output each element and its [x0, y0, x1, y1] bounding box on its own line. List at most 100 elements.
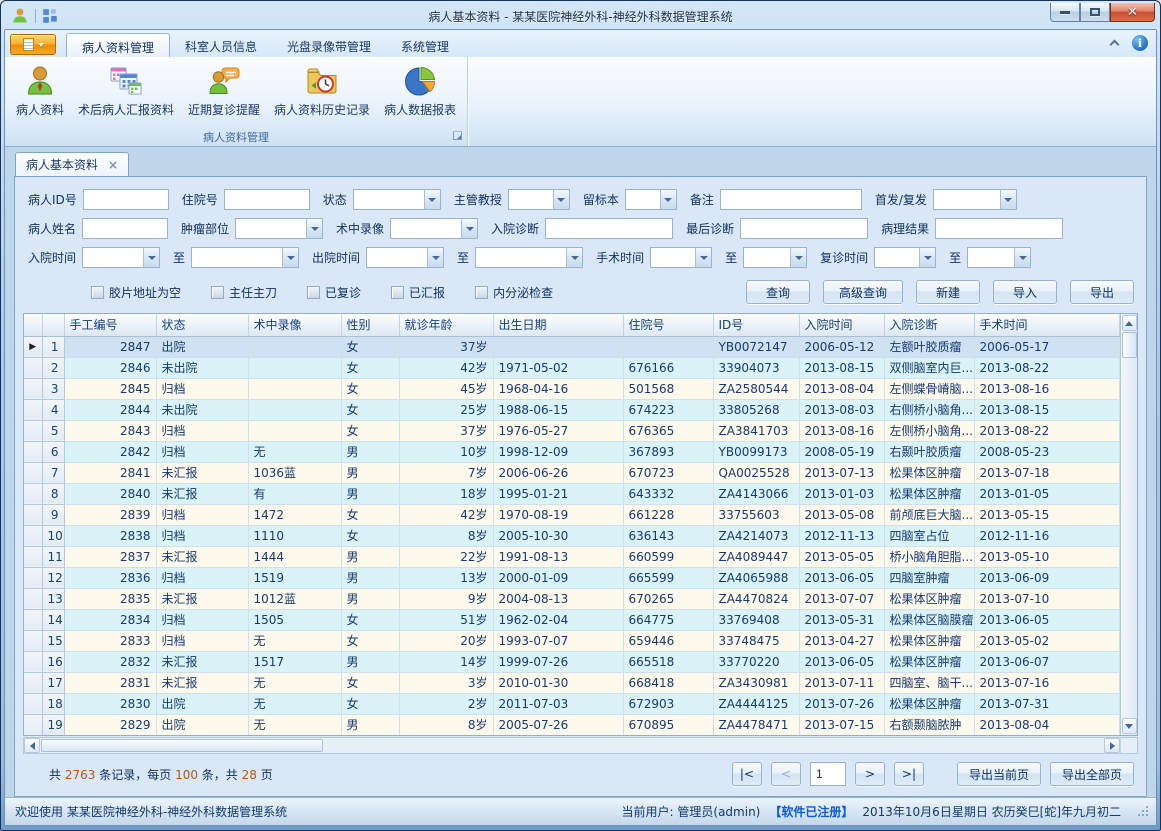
- filter-combo[interactable]: [390, 218, 478, 239]
- maximize-button[interactable]: [1080, 3, 1110, 22]
- table-row[interactable]: 102838归档1110女8岁2005-10-30636143ZA4214073…: [24, 525, 1120, 546]
- filter-combo[interactable]: [743, 247, 807, 268]
- filter-input[interactable]: [720, 189, 862, 210]
- filter-combo[interactable]: [353, 189, 441, 210]
- filter-checkbox[interactable]: 已汇报: [391, 284, 445, 301]
- filter-combo[interactable]: [508, 189, 570, 210]
- scroll-up-icon[interactable]: [1122, 315, 1137, 331]
- checkbox-icon[interactable]: [391, 286, 404, 299]
- action-button[interactable]: 高级查询: [823, 280, 903, 304]
- column-header[interactable]: ID号: [713, 314, 799, 336]
- action-button[interactable]: 导入: [993, 280, 1057, 304]
- filter-input[interactable]: [935, 218, 1063, 239]
- chevron-down-icon[interactable]: [306, 219, 322, 238]
- chevron-down-icon[interactable]: [553, 190, 569, 209]
- chevron-down-icon[interactable]: [424, 190, 440, 209]
- column-header[interactable]: 就诊年龄: [399, 314, 493, 336]
- table-row[interactable]: 132835未汇报1012蓝男9岁2004-08-13670265ZA44708…: [24, 588, 1120, 609]
- filter-combo[interactable]: [967, 247, 1031, 268]
- column-header[interactable]: 状态: [156, 314, 248, 336]
- vertical-scroll-thumb[interactable]: [1122, 332, 1137, 358]
- prev-page-button[interactable]: <: [771, 762, 801, 786]
- tab-patient-basic-info[interactable]: 病人基本资料 ×: [15, 152, 129, 176]
- filter-input[interactable]: [224, 189, 310, 210]
- table-row[interactable]: 52843归档女37岁1976-05-27676365ZA38417032013…: [24, 420, 1120, 441]
- ribbon-tab-1[interactable]: 病人资料管理: [66, 33, 170, 57]
- checkbox-icon[interactable]: [211, 286, 224, 299]
- ribbon-button[interactable]: 病人数据报表: [377, 60, 463, 120]
- quick-access-grid-icon[interactable]: [41, 7, 59, 25]
- chevron-down-icon[interactable]: [660, 190, 676, 209]
- ribbon-tab-2[interactable]: 科室人员信息: [170, 33, 272, 57]
- dialog-launcher-icon[interactable]: [453, 131, 462, 140]
- chevron-down-icon[interactable]: [282, 248, 298, 267]
- collapse-ribbon-icon[interactable]: [1110, 40, 1120, 50]
- filter-checkbox[interactable]: 主任主刀: [211, 284, 277, 301]
- last-page-button[interactable]: >|: [894, 762, 924, 786]
- table-row[interactable]: 182830出院无女2岁2011-07-03672903ZA4444125201…: [24, 693, 1120, 714]
- ribbon-button[interactable]: 病人资料: [9, 60, 71, 120]
- table-row[interactable]: 152833归档无女20岁1993-07-0765944633748475201…: [24, 630, 1120, 651]
- filter-combo[interactable]: [82, 247, 160, 268]
- ribbon-tab-4[interactable]: 系统管理: [386, 33, 464, 57]
- filter-input[interactable]: [82, 218, 168, 239]
- chevron-down-icon[interactable]: [566, 248, 582, 267]
- action-button[interactable]: 导出: [1070, 280, 1134, 304]
- table-row[interactable]: 82840未汇报有男18岁1995-01-21643332ZA414306620…: [24, 483, 1120, 504]
- filter-checkbox[interactable]: 胶片地址为空: [91, 284, 181, 301]
- filter-checkbox[interactable]: 已复诊: [307, 284, 361, 301]
- filter-input[interactable]: [740, 218, 868, 239]
- minimize-button[interactable]: [1050, 3, 1080, 22]
- table-row[interactable]: 22846未出院女42岁1971-05-02676166339040732013…: [24, 357, 1120, 378]
- ribbon-button[interactable]: 病人资料历史记录: [267, 60, 377, 120]
- checkbox-icon[interactable]: [307, 286, 320, 299]
- scroll-down-icon[interactable]: [1122, 718, 1137, 734]
- ribbon-button[interactable]: 术后病人汇报资料: [71, 60, 181, 120]
- filter-combo[interactable]: [874, 247, 936, 268]
- checkbox-icon[interactable]: [91, 286, 104, 299]
- horizontal-scroll-thumb[interactable]: [41, 739, 323, 752]
- chevron-down-icon[interactable]: [695, 248, 711, 267]
- table-row[interactable]: 92839归档1472女42岁1970-08-19661228337556032…: [24, 504, 1120, 525]
- column-header[interactable]: 入院时间: [799, 314, 884, 336]
- scroll-left-icon[interactable]: [24, 738, 40, 753]
- ribbon-tab-3[interactable]: 光盘录像带管理: [272, 33, 386, 57]
- registered-link[interactable]: 【软件已注册】: [769, 803, 853, 820]
- table-row[interactable]: 112837未汇报1444男22岁1991-08-13660599ZA40894…: [24, 546, 1120, 567]
- app-menu-button[interactable]: [10, 34, 56, 55]
- table-row[interactable]: 42844未出院女25岁1988-06-15674223338052682013…: [24, 399, 1120, 420]
- action-button[interactable]: 查询: [746, 280, 810, 304]
- filter-combo[interactable]: [650, 247, 712, 268]
- horizontal-scrollbar[interactable]: [23, 737, 1138, 754]
- tab-close-icon[interactable]: ×: [108, 158, 118, 172]
- table-row[interactable]: ▶12847出院女37岁YB00721472006-05-12左额叶胶质瘤200…: [24, 336, 1120, 357]
- next-page-button[interactable]: >: [855, 762, 885, 786]
- filter-combo[interactable]: [475, 247, 583, 268]
- column-header[interactable]: 术中录像: [248, 314, 341, 336]
- filter-input[interactable]: [83, 189, 169, 210]
- table-row[interactable]: 62842归档无男10岁1998-12-09367893YB0099173200…: [24, 441, 1120, 462]
- info-icon[interactable]: i: [1132, 35, 1148, 51]
- export-current-page-button[interactable]: 导出当前页: [957, 762, 1041, 786]
- filter-combo[interactable]: [933, 189, 1017, 210]
- chevron-down-icon[interactable]: [790, 248, 806, 267]
- chevron-down-icon[interactable]: [1000, 190, 1016, 209]
- table-row[interactable]: 142834归档1505女51岁1962-02-0466477533769408…: [24, 609, 1120, 630]
- column-header[interactable]: 入院诊断: [884, 314, 974, 336]
- export-all-pages-button[interactable]: 导出全部页: [1050, 762, 1134, 786]
- filter-combo[interactable]: [625, 189, 677, 210]
- table-row[interactable]: 172831未汇报无女3岁2010-01-30668418ZA343098120…: [24, 672, 1120, 693]
- ribbon-button[interactable]: 近期复诊提醒: [181, 60, 267, 120]
- table-row[interactable]: 32845归档女45岁1968-04-16501568ZA25805442013…: [24, 378, 1120, 399]
- scroll-right-icon[interactable]: [1104, 738, 1120, 753]
- resize-grip[interactable]: [1138, 806, 1150, 818]
- filter-combo[interactable]: [191, 247, 299, 268]
- column-header[interactable]: 性别: [341, 314, 399, 336]
- column-header[interactable]: 出生日期: [493, 314, 623, 336]
- page-number-input[interactable]: [810, 762, 846, 786]
- table-row[interactable]: 72841未汇报1036蓝男7岁2006-06-26670723QA002552…: [24, 462, 1120, 483]
- table-row[interactable]: 192829出院无男8岁2005-07-26670895ZA4478471201…: [24, 714, 1120, 735]
- chevron-down-icon[interactable]: [461, 219, 477, 238]
- chevron-down-icon[interactable]: [1014, 248, 1030, 267]
- filter-combo[interactable]: [366, 247, 444, 268]
